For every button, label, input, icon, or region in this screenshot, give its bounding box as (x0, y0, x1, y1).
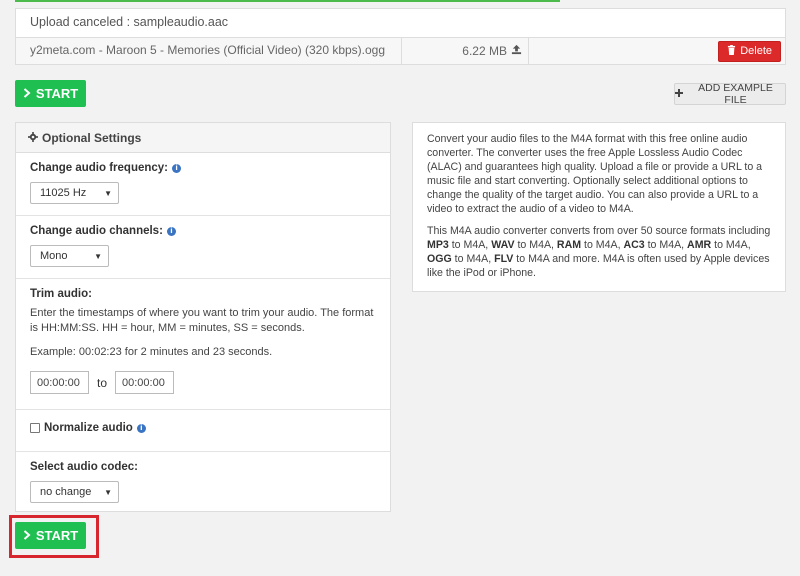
chevron-right-icon (23, 86, 31, 101)
file-name: y2meta.com - Maroon 5 - Memories (Offici… (16, 38, 402, 64)
info-icon[interactable]: i (136, 423, 146, 433)
file-size-cell: 6.22 MB (402, 38, 529, 64)
codec-label: Select audio codec: (30, 461, 139, 473)
frequency-select[interactable]: 11025 Hz ▼ (30, 182, 119, 204)
channels-label: Change audio channels: (30, 225, 163, 237)
start-button-top[interactable]: START (15, 80, 86, 107)
frequency-label-row: Change audio frequency: i (30, 162, 376, 174)
chevron-down-icon: ▼ (94, 251, 102, 261)
add-example-file-button[interactable]: ADD EXAMPLE FILE (674, 82, 786, 106)
normalize-checkbox[interactable] (30, 423, 40, 433)
frequency-setting: Change audio frequency: i 11025 Hz ▼ (16, 153, 390, 216)
frequency-label: Change audio frequency: (30, 162, 169, 174)
trim-example: Example: 00:02:23 for 2 minutes and 23 s… (30, 346, 273, 358)
trim-description: Enter the timestamps of where you want t… (30, 307, 374, 334)
upload-panel: Upload canceled : sampleaudio.aac y2meta… (15, 8, 786, 65)
description-paragraph-1: Convert your audio files to the M4A form… (427, 133, 763, 215)
channels-selected: Mono (40, 250, 68, 262)
normalize-row: Normalize audio i (30, 422, 376, 434)
description-paragraph-2: This M4A audio converter converts from o… (427, 225, 771, 279)
trim-setting: Trim audio: Enter the timestamps of wher… (16, 279, 390, 410)
channels-setting: Change audio channels: i Mono ▼ (16, 216, 390, 279)
channels-select[interactable]: Mono ▼ (30, 245, 109, 267)
delete-button[interactable]: Delete (718, 40, 781, 62)
progress-strip (15, 0, 560, 2)
upload-icon (511, 44, 522, 58)
plus-icon (675, 88, 683, 100)
delete-label: Delete (740, 45, 772, 57)
settings-title: Optional Settings (42, 130, 142, 145)
file-row: y2meta.com - Maroon 5 - Memories (Offici… (16, 38, 785, 64)
description-panel: Convert your audio files to the M4A form… (412, 122, 786, 292)
chevron-right-icon (23, 528, 31, 543)
frequency-selected: 11025 Hz (40, 187, 87, 199)
codec-setting: Select audio codec: no change ▼ (16, 452, 390, 503)
optional-settings-panel: Optional Settings Change audio frequency… (15, 122, 391, 512)
gear-icon (28, 131, 38, 145)
file-size: 6.22 MB (462, 44, 507, 58)
chevron-down-icon: ▼ (104, 188, 112, 198)
trim-end-input[interactable]: 00:00:00 (115, 371, 175, 394)
trim-to-label: to (97, 375, 108, 390)
settings-header: Optional Settings (16, 123, 390, 153)
normalize-setting: Normalize audio i (16, 410, 390, 452)
channels-label-row: Change audio channels: i (30, 225, 376, 237)
start-label: START (35, 86, 79, 101)
codec-select[interactable]: no change ▼ (30, 481, 119, 503)
file-actions: Delete (529, 38, 785, 64)
trim-time-row: 00:00:00 to 00:00:00 (30, 371, 376, 394)
info-icon[interactable]: i (166, 226, 176, 236)
trash-icon (727, 44, 736, 58)
trim-label: Trim audio: (30, 288, 92, 300)
info-icon[interactable]: i (172, 163, 182, 173)
start-button-bottom[interactable]: START (15, 522, 86, 549)
trim-start-input[interactable]: 00:00:00 (30, 371, 89, 394)
upload-status-text: Upload canceled : sampleaudio.aac (16, 9, 785, 38)
codec-selected: no change (40, 486, 92, 498)
add-example-label: ADD EXAMPLE FILE (698, 82, 773, 106)
normalize-label: Normalize audio (44, 422, 133, 434)
chevron-down-icon: ▼ (104, 487, 112, 497)
start-label: START (35, 528, 79, 543)
